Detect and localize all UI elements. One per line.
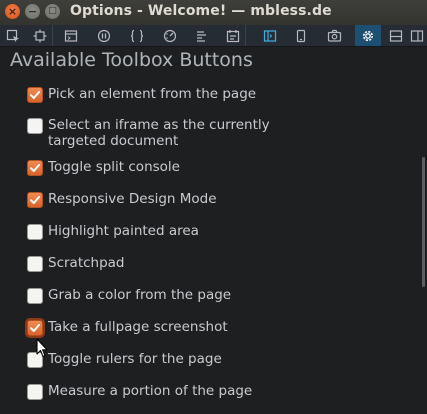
devtools-toolbar xyxy=(0,25,427,47)
option-label: Select an iframe as the currently targete… xyxy=(48,117,270,149)
option-label: Scratchpad xyxy=(48,255,125,271)
screenshot-icon xyxy=(327,29,342,43)
toolbox-option-row[interactable]: Pick an element from the page xyxy=(27,86,256,103)
devtools-options-window: × − □ Options - Welcome! — mbless.de Ava… xyxy=(0,0,427,414)
toolbox-option-row[interactable]: Grab a color from the page xyxy=(27,287,231,304)
option-label-line: Grab a color from the page xyxy=(48,287,232,303)
storage-icon xyxy=(226,29,240,43)
toolbox-option-row[interactable]: Select an iframe as the currently targete… xyxy=(27,117,270,149)
toolbar-button-responsive-design[interactable] xyxy=(288,25,314,46)
window-title: Options - Welcome! — mbless.de xyxy=(70,3,332,19)
toolbox-option-row[interactable]: Highlight painted area xyxy=(27,223,199,240)
option-label-line: Highlight painted area xyxy=(48,223,199,239)
option-label: Toggle split console xyxy=(48,159,180,175)
option-checkbox[interactable] xyxy=(27,320,43,336)
checkmark-icon xyxy=(30,324,40,332)
toolbar-button-split-console[interactable] xyxy=(257,25,283,46)
toolbar-button-debugger[interactable] xyxy=(91,25,117,46)
toolbar-button-performance[interactable] xyxy=(157,25,183,46)
performance-icon xyxy=(163,29,177,43)
option-label-line: Take a fullpage screenshot xyxy=(48,319,228,335)
toolbar-button-screenshot[interactable] xyxy=(321,25,347,46)
option-checkbox[interactable] xyxy=(27,118,43,134)
window-close-button[interactable]: × xyxy=(5,4,20,19)
toolbox-option-row[interactable]: Toggle rulers for the page xyxy=(27,351,222,368)
dock-bottom-icon xyxy=(389,29,403,43)
debugger-icon xyxy=(97,29,111,43)
window-maximize-button[interactable]: □ xyxy=(45,4,60,19)
toolbar-button-network[interactable] xyxy=(189,25,215,46)
network-icon xyxy=(195,29,209,43)
minimize-icon: − xyxy=(27,5,38,18)
option-checkbox[interactable] xyxy=(27,256,43,272)
responsive-mode-icon xyxy=(33,29,47,43)
checkmark-icon xyxy=(30,196,40,204)
option-label-line: Measure a portion of the page xyxy=(48,383,253,399)
responsive-design-icon xyxy=(294,29,308,43)
option-label: Highlight painted area xyxy=(48,223,199,239)
title-bar[interactable]: × − □ Options - Welcome! — mbless.de xyxy=(0,0,427,25)
option-label-line: Scratchpad xyxy=(48,255,125,271)
dock-side-icon xyxy=(410,29,424,43)
toolbar-button-storage[interactable] xyxy=(220,25,246,46)
option-label: Responsive Design Mode xyxy=(48,191,217,207)
toolbar-button-frame[interactable] xyxy=(27,25,53,46)
option-label-line: targeted document xyxy=(48,133,179,149)
window-minimize-button[interactable]: − xyxy=(25,4,40,19)
option-label-line: Pick an element from the page xyxy=(48,86,257,102)
toolbox-option-row[interactable]: Take a fullpage screenshot xyxy=(27,319,228,336)
toolbox-option-row[interactable]: Toggle split console xyxy=(27,159,180,176)
scrollbar[interactable] xyxy=(419,47,427,414)
options-gear-icon xyxy=(361,29,375,43)
checkmark-icon xyxy=(30,91,40,99)
option-checkbox[interactable] xyxy=(27,288,43,304)
option-label: Toggle rulers for the page xyxy=(48,351,222,367)
option-label-line: Responsive Design Mode xyxy=(48,191,217,207)
close-icon: × xyxy=(7,5,18,18)
scrollbar-thumb[interactable] xyxy=(422,157,425,287)
option-checkbox[interactable] xyxy=(27,224,43,240)
split-console-icon xyxy=(263,29,277,43)
option-checkbox[interactable] xyxy=(27,87,43,103)
option-label: Grab a color from the page xyxy=(48,287,231,303)
option-checkbox[interactable] xyxy=(27,192,43,208)
option-label: Pick an element from the page xyxy=(48,86,256,102)
toolbox-option-row[interactable]: Responsive Design Mode xyxy=(27,191,217,208)
toolbox-option-row[interactable]: Scratchpad xyxy=(27,255,125,272)
checkmark-icon xyxy=(30,164,40,172)
toolbox-option-row[interactable]: Measure a portion of the page xyxy=(27,383,252,400)
toolbar-button-style-editor[interactable] xyxy=(124,25,150,46)
option-checkbox[interactable] xyxy=(27,160,43,176)
maximize-icon: □ xyxy=(48,6,57,16)
style-editor-icon xyxy=(129,29,145,43)
option-label-line: Select an iframe as the currently xyxy=(48,117,270,133)
toolbar-button-pick-element[interactable] xyxy=(0,25,26,46)
option-label-line: Toggle rulers for the page xyxy=(48,351,222,367)
toolbar-button-dock-side[interactable] xyxy=(404,25,427,46)
option-label: Measure a portion of the page xyxy=(48,383,252,399)
console-icon xyxy=(64,29,78,43)
option-checkbox[interactable] xyxy=(27,384,43,400)
option-label: Take a fullpage screenshot xyxy=(48,319,228,335)
options-panel: Available Toolbox Buttons Pick an elemen… xyxy=(0,47,427,414)
mouse-cursor-icon xyxy=(36,338,48,358)
section-heading: Available Toolbox Buttons xyxy=(10,49,253,71)
toolbar-button-console[interactable] xyxy=(58,25,84,46)
pick-element-icon xyxy=(6,29,20,43)
toolbar-button-options[interactable] xyxy=(355,25,381,46)
option-label-line: Toggle split console xyxy=(48,159,180,175)
